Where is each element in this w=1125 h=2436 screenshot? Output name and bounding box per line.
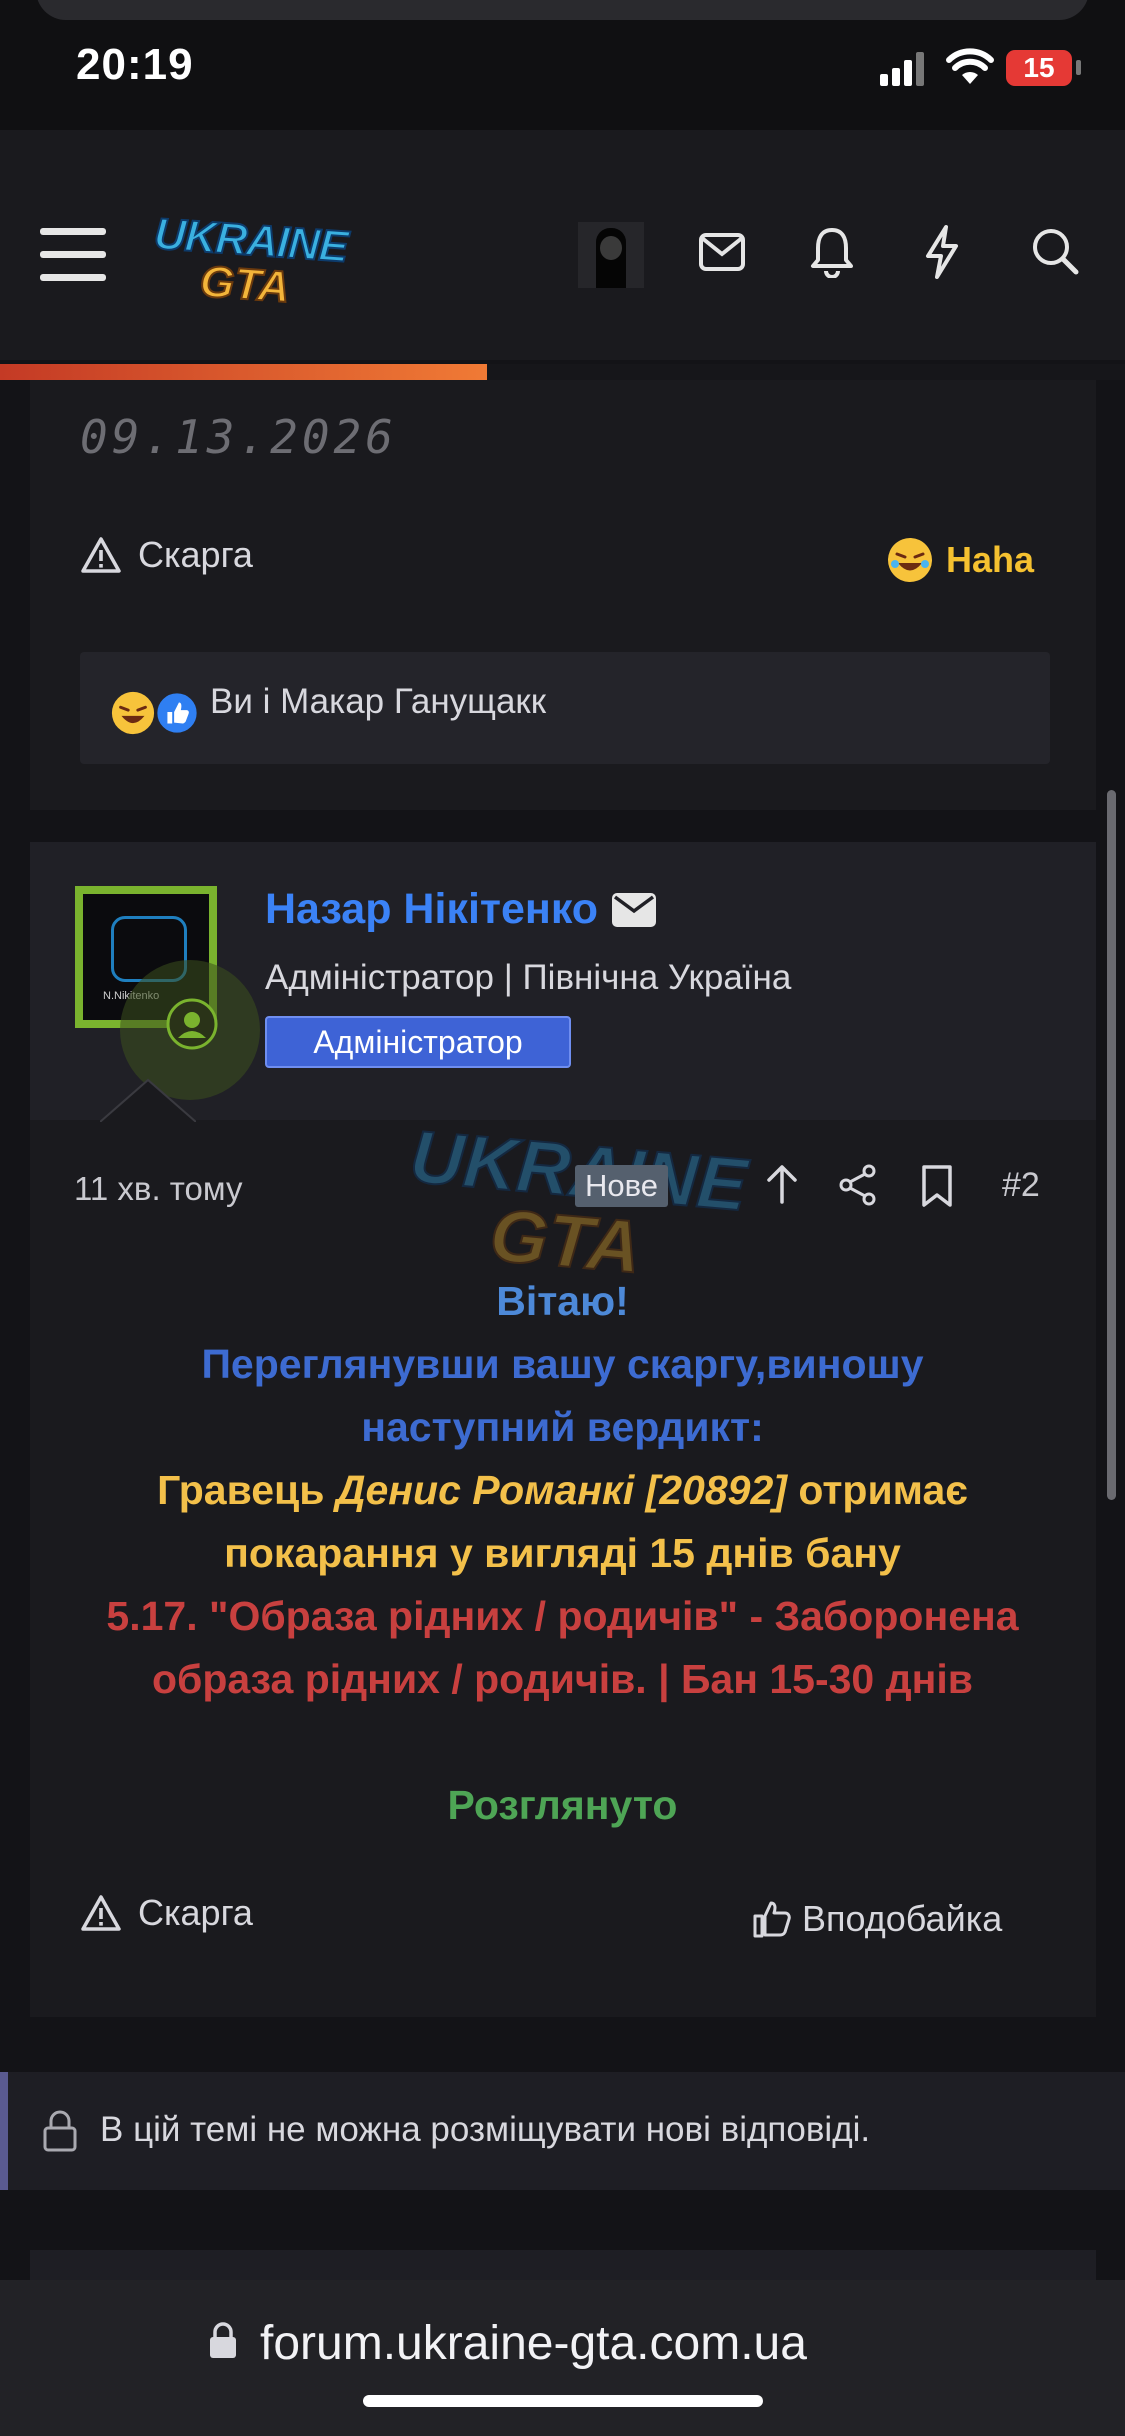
author-title: Адміністратор | Північна Україна (265, 958, 792, 997)
laughing-emoji-icon (888, 538, 932, 582)
previous-post-date: 09.13.2026 (80, 410, 397, 464)
hamburger-menu-icon[interactable] (40, 226, 106, 282)
locked-thread-notice: В цій темі не можна розміщувати нові від… (0, 2072, 1125, 2190)
thumbs-up-icon (753, 1901, 791, 1938)
post-time[interactable]: 11 хв. тому (74, 1170, 242, 1208)
message-greeting: Вітаю! (496, 1278, 629, 1324)
browser-url-bar[interactable]: forum.ukraine-gta.com.ua (0, 2280, 1125, 2436)
site-logo[interactable]: UKRAINE GTA (150, 208, 350, 313)
message-rule: 5.17. "Образа рідних / родичів" - Заборо… (106, 1593, 1019, 1702)
verdict-prefix: Гравець (157, 1467, 325, 1513)
haha-label: Haha (946, 539, 1035, 580)
user-avatar[interactable] (578, 222, 644, 288)
reactions-summary[interactable]: Ви і Макар Ганущакк (80, 652, 1050, 764)
reading-progress-track (487, 364, 1125, 380)
author-name-text[interactable]: Назар Нікітенко (265, 885, 598, 934)
url-text[interactable]: forum.ukraine-gta.com.ua (260, 2316, 807, 2371)
message-envelope-icon[interactable] (612, 892, 657, 927)
like-label: Вподобайка (802, 1898, 1003, 1939)
verdict-player-name: Денис Романкі [20892] (335, 1467, 787, 1513)
site-header: UKRAINE GTA (0, 130, 1125, 360)
home-indicator[interactable] (363, 2395, 763, 2407)
warning-icon (81, 537, 121, 573)
message-review-line: Переглянувши вашу скаргу,виношу наступни… (201, 1341, 924, 1450)
report-label: Скарга (138, 534, 253, 575)
bell-icon[interactable] (810, 226, 854, 278)
haha-reaction-button[interactable]: Haha (886, 536, 1034, 584)
role-badge: Адміністратор (265, 1016, 571, 1068)
arrow-up-icon[interactable] (764, 1162, 800, 1206)
lock-icon (43, 2110, 77, 2152)
author-arrow (100, 1078, 196, 1122)
reactions-text[interactable]: Ви і Макар Ганущакк (210, 682, 546, 722)
like-emoji-icon (154, 690, 200, 736)
reading-progress-bar (0, 364, 487, 380)
notch-pill (36, 0, 1089, 20)
report-button-previous[interactable]: Скарга (80, 534, 253, 576)
author-name[interactable]: Назар Нікітенко (265, 885, 657, 934)
battery-indicator: 15 (1006, 50, 1072, 86)
share-icon[interactable] (838, 1164, 878, 1206)
warning-icon (81, 1895, 121, 1931)
like-button[interactable]: Вподобайка (752, 1898, 1002, 1940)
locked-notice-text: В цій темі не можна розміщувати нові від… (100, 2110, 871, 2149)
status-time: 20:19 (76, 40, 194, 89)
report-button[interactable]: Скарга (80, 1892, 253, 1934)
scrollbar[interactable] (1107, 790, 1116, 1500)
post-number-link[interactable]: #2 (1002, 1166, 1040, 1205)
watermark-logo: UKRAINE GTA (406, 1113, 751, 1289)
lightning-icon[interactable] (922, 224, 962, 280)
user-online-icon (166, 998, 218, 1050)
cellular-signal-icon (880, 52, 930, 86)
laughing-emoji-icon (111, 691, 155, 735)
report-label: Скарга (138, 1892, 253, 1933)
bookmark-icon[interactable] (920, 1164, 954, 1208)
status-bar: 20:19 15 (0, 0, 1125, 130)
lock-icon (210, 2322, 236, 2358)
mail-icon[interactable] (698, 232, 746, 274)
search-icon[interactable] (1030, 226, 1080, 276)
battery-tip (1076, 60, 1081, 75)
message-verdict: Гравець Денис Романкі [20892] отримає по… (40, 1459, 1085, 1585)
message-status: Розглянуто (447, 1782, 678, 1828)
new-badge: Нове (575, 1165, 668, 1207)
logo-text-gta: GTA (197, 256, 292, 313)
next-card-edge (30, 2250, 1096, 2280)
wifi-icon (946, 48, 994, 84)
